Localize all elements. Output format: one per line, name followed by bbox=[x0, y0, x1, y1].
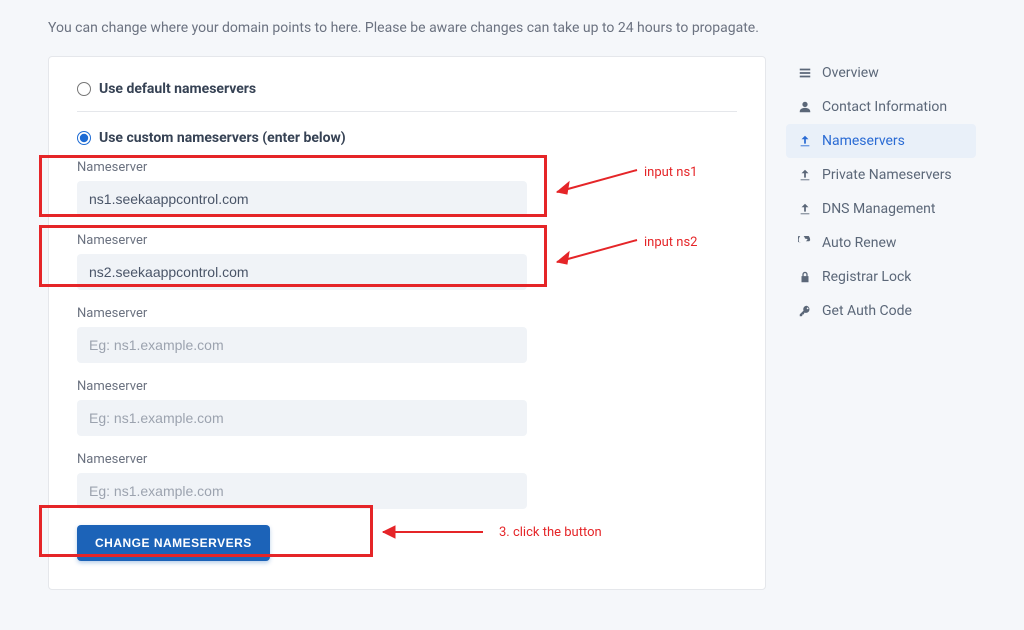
sidebar-item-label: Registrar Lock bbox=[822, 269, 911, 285]
annotation-text-btn: 3. click the button bbox=[499, 525, 602, 540]
ns-label: Nameserver bbox=[77, 233, 527, 248]
annotation-arrow-ns2 bbox=[547, 232, 647, 272]
list-icon bbox=[798, 66, 812, 80]
sidebar-item-private-nameservers[interactable]: Private Nameservers bbox=[786, 158, 976, 192]
radio-custom-label: Use custom nameservers (enter below) bbox=[99, 130, 346, 146]
sidebar-item-label: Get Auth Code bbox=[822, 303, 912, 319]
annotation-arrow-ns1 bbox=[547, 162, 647, 202]
radio-custom-nameservers[interactable]: Use custom nameservers (enter below) bbox=[77, 130, 737, 146]
sidebar-item-label: DNS Management bbox=[822, 201, 935, 217]
radio-default-input[interactable] bbox=[77, 82, 91, 96]
ns-field-2: Nameserver bbox=[77, 233, 527, 290]
upload-icon bbox=[798, 168, 812, 182]
radio-default-nameservers[interactable]: Use default nameservers bbox=[77, 81, 737, 97]
ns-input-4[interactable] bbox=[77, 400, 527, 436]
ns-field-5: Nameserver bbox=[77, 452, 527, 509]
ns-label: Nameserver bbox=[77, 160, 527, 175]
ns-label: Nameserver bbox=[77, 306, 527, 321]
lock-icon bbox=[798, 270, 812, 284]
sidebar-item-overview[interactable]: Overview bbox=[786, 56, 976, 90]
divider bbox=[77, 111, 737, 112]
ns-input-5[interactable] bbox=[77, 473, 527, 509]
radio-custom-input[interactable] bbox=[77, 131, 91, 145]
sidebar-item-dns-management[interactable]: DNS Management bbox=[786, 192, 976, 226]
ns-label: Nameserver bbox=[77, 379, 527, 394]
key-icon bbox=[798, 304, 812, 318]
sidebar-item-label: Contact Information bbox=[822, 99, 947, 115]
annotation-arrow-btn bbox=[373, 517, 493, 547]
radio-default-label: Use default nameservers bbox=[99, 81, 256, 97]
sidebar-item-label: Overview bbox=[822, 65, 879, 81]
ns-field-4: Nameserver bbox=[77, 379, 527, 436]
upload-icon bbox=[798, 202, 812, 216]
upload-icon bbox=[798, 134, 812, 148]
ns-field-1: Nameserver bbox=[77, 160, 527, 217]
change-nameservers-button[interactable]: CHANGE NAMESERVERS bbox=[77, 525, 270, 561]
annotation-text-ns2: input ns2 bbox=[644, 235, 697, 250]
page-description: You can change where your domain points … bbox=[48, 0, 976, 36]
sidebar-item-auto-renew[interactable]: Auto Renew bbox=[786, 226, 976, 260]
sidebar-item-label: Nameservers bbox=[822, 133, 905, 149]
annotation-text-ns1: input ns1 bbox=[644, 165, 697, 180]
sidebar-item-label: Private Nameservers bbox=[822, 167, 952, 183]
sidebar-item-nameservers[interactable]: Nameservers bbox=[786, 124, 976, 158]
sidebar-item-label: Auto Renew bbox=[822, 235, 896, 251]
sidebar-item-get-auth-code[interactable]: Get Auth Code bbox=[786, 294, 976, 328]
nameservers-panel: Use default nameservers Use custom names… bbox=[48, 56, 766, 590]
ns-field-3: Nameserver bbox=[77, 306, 527, 363]
ns-input-2[interactable] bbox=[77, 254, 527, 290]
ns-input-3[interactable] bbox=[77, 327, 527, 363]
ns-input-1[interactable] bbox=[77, 181, 527, 217]
sidebar-item-registrar-lock[interactable]: Registrar Lock bbox=[786, 260, 976, 294]
user-icon bbox=[798, 100, 812, 114]
sidebar: Overview Contact Information Nameservers… bbox=[786, 56, 976, 590]
ns-label: Nameserver bbox=[77, 452, 527, 467]
refresh-icon bbox=[798, 236, 812, 250]
sidebar-item-contact-information[interactable]: Contact Information bbox=[786, 90, 976, 124]
